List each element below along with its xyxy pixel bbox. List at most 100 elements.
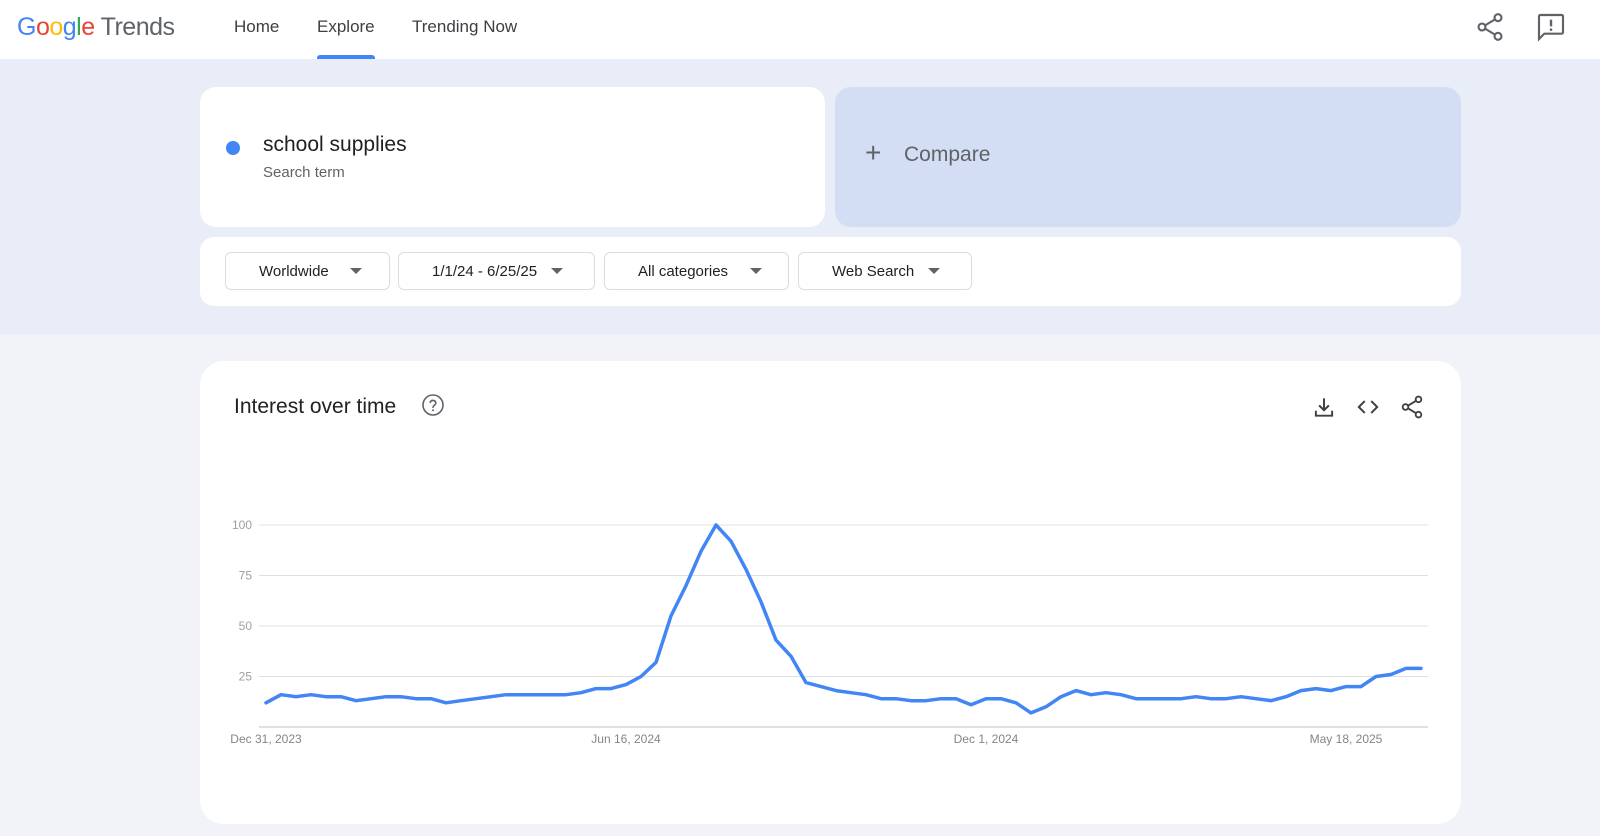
data-point[interactable]	[578, 690, 584, 696]
search-term[interactable]: school supplies	[263, 133, 407, 157]
series-line[interactable]	[264, 523, 1423, 715]
data-point[interactable]	[1013, 700, 1019, 706]
nav-home[interactable]: Home	[234, 0, 279, 59]
data-point[interactable]	[968, 702, 974, 708]
search-type-dropdown[interactable]: Web Search	[798, 252, 972, 290]
google-trends-logo[interactable]: Google Trends	[17, 10, 175, 44]
data-point[interactable]	[353, 698, 359, 704]
data-point[interactable]	[458, 698, 464, 704]
data-point[interactable]	[338, 694, 344, 700]
data-point[interactable]	[278, 692, 284, 698]
compare-button[interactable]: + Compare	[835, 87, 1461, 227]
data-point[interactable]	[923, 698, 929, 704]
data-point[interactable]	[1313, 686, 1319, 692]
data-point[interactable]	[683, 583, 689, 589]
data-point[interactable]	[998, 696, 1004, 702]
x-tick-label: Dec 1, 2024	[954, 732, 1019, 746]
data-point[interactable]	[728, 538, 734, 544]
data-point[interactable]	[1283, 694, 1289, 700]
data-point[interactable]	[1343, 684, 1349, 690]
data-point[interactable]	[713, 522, 719, 528]
data-point[interactable]	[1388, 671, 1394, 677]
feedback-icon[interactable]	[1535, 11, 1567, 43]
data-point[interactable]	[1028, 710, 1034, 716]
data-point[interactable]	[848, 690, 854, 696]
data-point[interactable]	[1073, 688, 1079, 694]
data-point[interactable]	[593, 686, 599, 692]
data-point[interactable]	[428, 696, 434, 702]
data-point[interactable]	[983, 696, 989, 702]
data-point[interactable]	[1373, 674, 1379, 680]
share-icon[interactable]	[1474, 11, 1506, 43]
data-point[interactable]	[833, 688, 839, 694]
data-point[interactable]	[368, 696, 374, 702]
data-point[interactable]	[788, 653, 794, 659]
data-point[interactable]	[1118, 692, 1124, 698]
data-point[interactable]	[893, 696, 899, 702]
data-point[interactable]	[1148, 696, 1154, 702]
data-point[interactable]	[608, 686, 614, 692]
x-tick-label: Jun 16, 2024	[591, 732, 661, 746]
caret-down-icon	[750, 268, 762, 274]
search-term-card[interactable]: school supplies Search term	[200, 87, 825, 227]
data-point[interactable]	[1208, 696, 1214, 702]
data-point[interactable]	[1358, 684, 1364, 690]
data-point[interactable]	[863, 692, 869, 698]
data-point[interactable]	[1298, 688, 1304, 694]
data-point[interactable]	[743, 566, 749, 572]
data-point[interactable]	[473, 696, 479, 702]
data-point[interactable]	[908, 698, 914, 704]
data-point[interactable]	[758, 599, 764, 605]
data-point[interactable]	[323, 694, 329, 700]
data-point[interactable]	[293, 694, 299, 700]
data-point[interactable]	[773, 637, 779, 643]
data-point[interactable]	[443, 700, 449, 706]
compare-label: Compare	[904, 143, 991, 166]
data-point[interactable]	[1178, 696, 1184, 702]
data-point[interactable]	[1103, 690, 1109, 696]
data-point[interactable]	[938, 696, 944, 702]
data-point[interactable]	[638, 674, 644, 680]
data-point[interactable]	[503, 692, 509, 698]
nav-trending-now[interactable]: Trending Now	[412, 0, 517, 59]
nav-explore[interactable]: Explore	[317, 0, 375, 59]
data-point[interactable]	[398, 694, 404, 700]
date-range-dropdown[interactable]: 1/1/24 - 6/25/25	[398, 252, 595, 290]
data-point[interactable]	[1328, 688, 1334, 694]
data-point[interactable]	[1268, 698, 1274, 704]
region-dropdown[interactable]: Worldwide	[225, 252, 390, 290]
data-point[interactable]	[383, 694, 389, 700]
data-point[interactable]	[698, 548, 704, 554]
data-point[interactable]	[953, 696, 959, 702]
data-point[interactable]	[548, 692, 554, 698]
data-point[interactable]	[263, 700, 269, 706]
data-point[interactable]	[533, 692, 539, 698]
data-point[interactable]	[1418, 665, 1424, 671]
data-point[interactable]	[1253, 696, 1259, 702]
logo-letter: G	[17, 13, 36, 41]
data-point[interactable]	[1043, 704, 1049, 710]
caret-down-icon	[551, 268, 563, 274]
data-point[interactable]	[668, 613, 674, 619]
data-point[interactable]	[1088, 692, 1094, 698]
logo-letter: g	[62, 13, 77, 41]
category-dropdown[interactable]: All categories	[604, 252, 789, 290]
data-point[interactable]	[803, 680, 809, 686]
data-point[interactable]	[518, 692, 524, 698]
data-point[interactable]	[1403, 665, 1409, 671]
data-point[interactable]	[1238, 694, 1244, 700]
data-point[interactable]	[878, 696, 884, 702]
data-point[interactable]	[1223, 696, 1229, 702]
data-point[interactable]	[818, 684, 824, 690]
filter-bar: Worldwide 1/1/24 - 6/25/25 All categorie…	[200, 237, 1461, 306]
data-point[interactable]	[308, 692, 314, 698]
data-point[interactable]	[563, 692, 569, 698]
data-point[interactable]	[653, 659, 659, 665]
data-point[interactable]	[488, 694, 494, 700]
data-point[interactable]	[1058, 694, 1064, 700]
data-point[interactable]	[1193, 694, 1199, 700]
data-point[interactable]	[623, 682, 629, 688]
data-point[interactable]	[1163, 696, 1169, 702]
data-point[interactable]	[413, 696, 419, 702]
data-point[interactable]	[1133, 696, 1139, 702]
